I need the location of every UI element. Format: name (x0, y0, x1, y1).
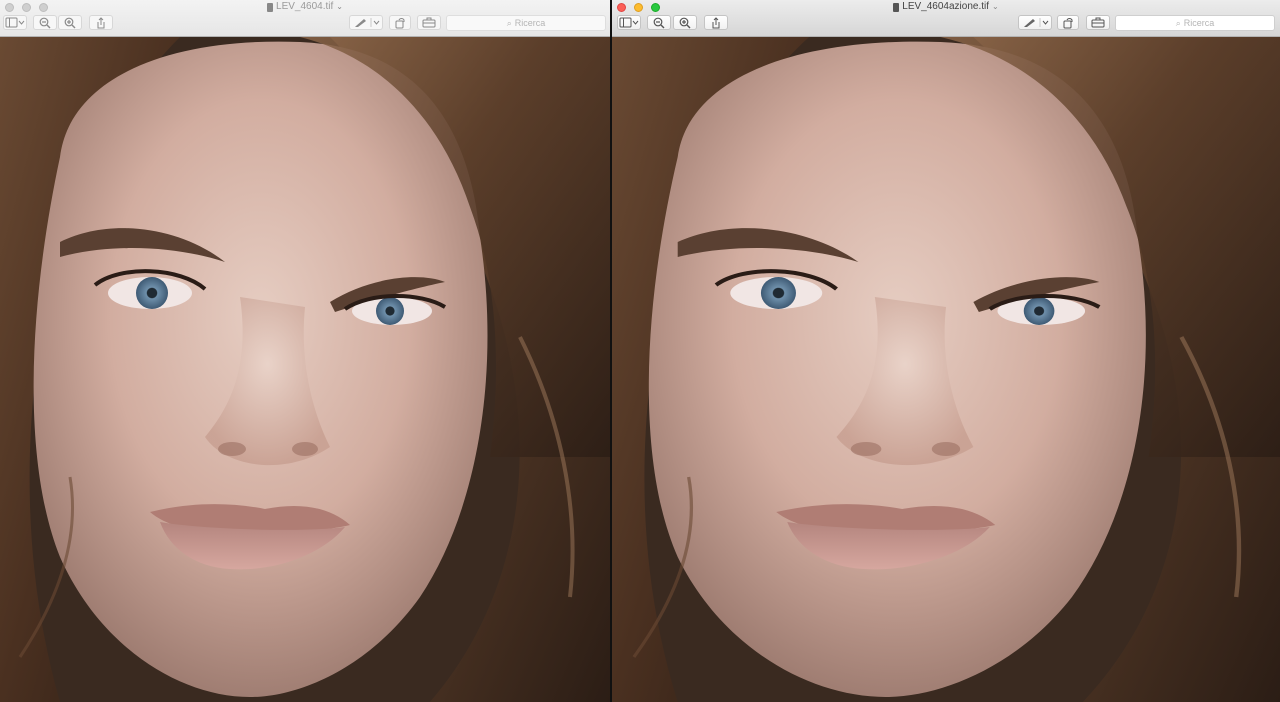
sidebar-button[interactable] (3, 15, 27, 30)
portrait-image (612, 37, 1280, 702)
window-title-text: LEV_4604.tif (276, 1, 334, 12)
share-icon (712, 16, 720, 28)
toolbox-button[interactable] (1086, 15, 1110, 30)
zoom-out-icon (39, 17, 51, 28)
markup-pen-icon (1024, 18, 1049, 27)
markup-button[interactable] (349, 15, 383, 30)
zoom-in-icon (64, 17, 76, 28)
document-icon (267, 2, 274, 12)
share-button[interactable] (704, 15, 728, 30)
sidebar-icon (619, 17, 639, 28)
window-title-text: LEV_4604azione.tif (902, 1, 990, 12)
rotate-icon (395, 17, 405, 28)
rotate-button[interactable] (389, 15, 411, 30)
zoom-out-button[interactable] (33, 15, 57, 30)
image-canvas[interactable] (612, 37, 1280, 702)
search-field[interactable]: ⌕ Ricerca (446, 15, 606, 31)
zoom-in-icon (679, 17, 691, 28)
zoom-out-icon (653, 17, 665, 28)
zoom-out-button[interactable] (647, 15, 671, 30)
toolbox-icon (1091, 17, 1105, 28)
rotate-button[interactable] (1057, 15, 1079, 30)
zoom-in-button[interactable] (673, 15, 697, 30)
preview-window-left: LEV_4604.tif ⌄ ⌕ Ricerca (0, 0, 610, 702)
sidebar-button[interactable] (617, 15, 641, 30)
toolbar: LEV_4604.tif ⌄ ⌕ Ricerca (0, 0, 610, 37)
sidebar-icon (5, 17, 25, 28)
toolbox-icon (422, 17, 436, 28)
toolbox-button[interactable] (417, 15, 441, 30)
toolbar: LEV_4604azione.tif ⌄ ⌕ Ricerca (612, 0, 1280, 37)
search-icon: ⌕ (1175, 17, 1181, 28)
markup-pen-icon (355, 18, 380, 27)
search-field[interactable]: ⌕ Ricerca (1115, 15, 1275, 31)
share-icon (97, 16, 105, 28)
markup-button[interactable] (1018, 15, 1052, 30)
search-placeholder: Ricerca (1183, 18, 1215, 28)
zoom-in-button[interactable] (58, 15, 82, 30)
image-canvas[interactable] (0, 37, 610, 702)
chevron-down-icon[interactable]: ⌄ (336, 1, 343, 13)
preview-window-right: LEV_4604azione.tif ⌄ ⌕ Ricerca (612, 0, 1280, 702)
document-icon (893, 2, 900, 12)
search-icon: ⌕ (506, 17, 512, 28)
chevron-down-icon[interactable]: ⌄ (992, 1, 999, 13)
share-button[interactable] (89, 15, 113, 30)
search-placeholder: Ricerca (514, 18, 546, 28)
portrait-image (0, 37, 610, 702)
window-title: LEV_4604azione.tif ⌄ (612, 1, 1280, 13)
rotate-icon (1063, 17, 1073, 28)
window-title: LEV_4604.tif ⌄ (0, 1, 610, 13)
